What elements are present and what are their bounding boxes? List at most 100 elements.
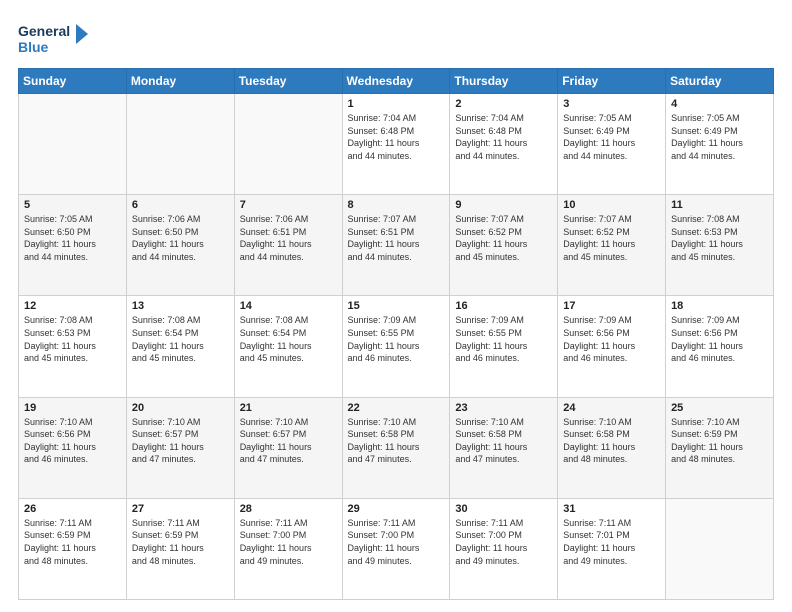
day-info: Sunrise: 7:08 AM Sunset: 6:53 PM Dayligh… xyxy=(24,314,121,364)
day-info: Sunrise: 7:10 AM Sunset: 6:58 PM Dayligh… xyxy=(348,416,445,466)
svg-text:General: General xyxy=(18,23,70,39)
calendar-cell: 21 Sunrise: 7:10 AM Sunset: 6:57 PM Dayli… xyxy=(234,397,342,498)
svg-text:Blue: Blue xyxy=(18,39,49,55)
day-info: Sunrise: 7:11 AM Sunset: 7:00 PM Dayligh… xyxy=(455,517,552,567)
day-info: Sunrise: 7:10 AM Sunset: 6:58 PM Dayligh… xyxy=(455,416,552,466)
day-number: 12 xyxy=(24,300,121,312)
calendar-cell: 24 Sunrise: 7:10 AM Sunset: 6:58 PM Dayli… xyxy=(558,397,666,498)
calendar-cell: 30 Sunrise: 7:11 AM Sunset: 7:00 PM Dayli… xyxy=(450,498,558,599)
calendar-cell: 15 Sunrise: 7:09 AM Sunset: 6:55 PM Dayli… xyxy=(342,296,450,397)
page: General Blue SundayMondayTuesdayWednesda… xyxy=(0,0,792,612)
header: General Blue xyxy=(18,18,774,58)
day-info: Sunrise: 7:10 AM Sunset: 6:58 PM Dayligh… xyxy=(563,416,660,466)
day-info: Sunrise: 7:06 AM Sunset: 6:50 PM Dayligh… xyxy=(132,213,229,263)
day-number: 24 xyxy=(563,402,660,414)
day-number: 9 xyxy=(455,199,552,211)
calendar-cell: 1 Sunrise: 7:04 AM Sunset: 6:48 PM Daylig… xyxy=(342,94,450,195)
day-number: 14 xyxy=(240,300,337,312)
calendar-cell xyxy=(234,94,342,195)
weekday-header: Monday xyxy=(126,69,234,94)
calendar-cell xyxy=(126,94,234,195)
calendar-cell: 27Sunrise: 7:11 AM Sunset: 6:59 PM Dayli… xyxy=(126,498,234,599)
weekday-header: Saturday xyxy=(666,69,774,94)
calendar-cell: 3Sunrise: 7:05 AM Sunset: 6:49 PM Daylig… xyxy=(558,94,666,195)
calendar-cell: 19 Sunrise: 7:10 AM Sunset: 6:56 PM Dayli… xyxy=(19,397,127,498)
day-info: Sunrise: 7:09 AM Sunset: 6:56 PM Dayligh… xyxy=(671,314,768,364)
calendar-cell: 12 Sunrise: 7:08 AM Sunset: 6:53 PM Dayli… xyxy=(19,296,127,397)
calendar-cell: 23Sunrise: 7:10 AM Sunset: 6:58 PM Dayli… xyxy=(450,397,558,498)
calendar-week-row: 12 Sunrise: 7:08 AM Sunset: 6:53 PM Dayli… xyxy=(19,296,774,397)
day-info: Sunrise: 7:11 AM Sunset: 7:00 PM Dayligh… xyxy=(240,517,337,567)
day-number: 21 xyxy=(240,402,337,414)
day-number: 17 xyxy=(563,300,660,312)
day-info: Sunrise: 7:08 AM Sunset: 6:54 PM Dayligh… xyxy=(240,314,337,364)
calendar-cell: 13Sunrise: 7:08 AM Sunset: 6:54 PM Dayli… xyxy=(126,296,234,397)
day-number: 16 xyxy=(455,300,552,312)
day-number: 2 xyxy=(455,98,552,110)
weekday-header: Sunday xyxy=(19,69,127,94)
day-number: 22 xyxy=(348,402,445,414)
logo: General Blue xyxy=(18,18,88,58)
day-info: Sunrise: 7:07 AM Sunset: 6:52 PM Dayligh… xyxy=(563,213,660,263)
day-number: 28 xyxy=(240,503,337,515)
day-info: Sunrise: 7:07 AM Sunset: 6:51 PM Dayligh… xyxy=(348,213,445,263)
day-info: Sunrise: 7:10 AM Sunset: 6:57 PM Dayligh… xyxy=(240,416,337,466)
calendar-cell xyxy=(19,94,127,195)
day-info: Sunrise: 7:10 AM Sunset: 6:59 PM Dayligh… xyxy=(671,416,768,466)
calendar-cell: 31 Sunrise: 7:11 AM Sunset: 7:01 PM Dayli… xyxy=(558,498,666,599)
day-number: 31 xyxy=(563,503,660,515)
day-info: Sunrise: 7:05 AM Sunset: 6:49 PM Dayligh… xyxy=(671,112,768,162)
day-info: Sunrise: 7:11 AM Sunset: 7:01 PM Dayligh… xyxy=(563,517,660,567)
calendar-cell: 29Sunrise: 7:11 AM Sunset: 7:00 PM Dayli… xyxy=(342,498,450,599)
calendar-table: SundayMondayTuesdayWednesdayThursdayFrid… xyxy=(18,68,774,600)
calendar-cell: 8 Sunrise: 7:07 AM Sunset: 6:51 PM Daylig… xyxy=(342,195,450,296)
day-info: Sunrise: 7:10 AM Sunset: 6:57 PM Dayligh… xyxy=(132,416,229,466)
calendar-week-row: 1 Sunrise: 7:04 AM Sunset: 6:48 PM Daylig… xyxy=(19,94,774,195)
day-number: 11 xyxy=(671,199,768,211)
day-number: 19 xyxy=(24,402,121,414)
calendar-cell: 14 Sunrise: 7:08 AM Sunset: 6:54 PM Dayli… xyxy=(234,296,342,397)
calendar-cell: 5 Sunrise: 7:05 AM Sunset: 6:50 PM Daylig… xyxy=(19,195,127,296)
day-number: 6 xyxy=(132,199,229,211)
day-info: Sunrise: 7:05 AM Sunset: 6:50 PM Dayligh… xyxy=(24,213,121,263)
day-info: Sunrise: 7:04 AM Sunset: 6:48 PM Dayligh… xyxy=(348,112,445,162)
logo-svg: General Blue xyxy=(18,18,88,58)
day-info: Sunrise: 7:08 AM Sunset: 6:53 PM Dayligh… xyxy=(671,213,768,263)
weekday-header: Wednesday xyxy=(342,69,450,94)
calendar-cell: 20Sunrise: 7:10 AM Sunset: 6:57 PM Dayli… xyxy=(126,397,234,498)
day-number: 8 xyxy=(348,199,445,211)
day-number: 1 xyxy=(348,98,445,110)
calendar-week-row: 26Sunrise: 7:11 AM Sunset: 6:59 PM Dayli… xyxy=(19,498,774,599)
calendar-cell: 6 Sunrise: 7:06 AM Sunset: 6:50 PM Daylig… xyxy=(126,195,234,296)
calendar-cell: 25 Sunrise: 7:10 AM Sunset: 6:59 PM Dayli… xyxy=(666,397,774,498)
calendar-cell: 16Sunrise: 7:09 AM Sunset: 6:55 PM Dayli… xyxy=(450,296,558,397)
day-number: 5 xyxy=(24,199,121,211)
day-number: 26 xyxy=(24,503,121,515)
calendar-cell xyxy=(666,498,774,599)
day-info: Sunrise: 7:10 AM Sunset: 6:56 PM Dayligh… xyxy=(24,416,121,466)
day-info: Sunrise: 7:11 AM Sunset: 7:00 PM Dayligh… xyxy=(348,517,445,567)
calendar-cell: 22 Sunrise: 7:10 AM Sunset: 6:58 PM Dayli… xyxy=(342,397,450,498)
day-info: Sunrise: 7:04 AM Sunset: 6:48 PM Dayligh… xyxy=(455,112,552,162)
weekday-header: Friday xyxy=(558,69,666,94)
weekday-header: Tuesday xyxy=(234,69,342,94)
calendar-cell: 9 Sunrise: 7:07 AM Sunset: 6:52 PM Daylig… xyxy=(450,195,558,296)
calendar-cell: 17Sunrise: 7:09 AM Sunset: 6:56 PM Dayli… xyxy=(558,296,666,397)
day-number: 10 xyxy=(563,199,660,211)
day-info: Sunrise: 7:07 AM Sunset: 6:52 PM Dayligh… xyxy=(455,213,552,263)
day-number: 18 xyxy=(671,300,768,312)
day-info: Sunrise: 7:08 AM Sunset: 6:54 PM Dayligh… xyxy=(132,314,229,364)
calendar-cell: 10 Sunrise: 7:07 AM Sunset: 6:52 PM Dayli… xyxy=(558,195,666,296)
day-number: 3 xyxy=(563,98,660,110)
day-number: 15 xyxy=(348,300,445,312)
day-number: 25 xyxy=(671,402,768,414)
calendar-header-row: SundayMondayTuesdayWednesdayThursdayFrid… xyxy=(19,69,774,94)
day-number: 7 xyxy=(240,199,337,211)
weekday-header: Thursday xyxy=(450,69,558,94)
calendar-week-row: 19 Sunrise: 7:10 AM Sunset: 6:56 PM Dayli… xyxy=(19,397,774,498)
day-number: 30 xyxy=(455,503,552,515)
day-info: Sunrise: 7:09 AM Sunset: 6:55 PM Dayligh… xyxy=(348,314,445,364)
calendar-cell: 26Sunrise: 7:11 AM Sunset: 6:59 PM Dayli… xyxy=(19,498,127,599)
calendar-cell: 7Sunrise: 7:06 AM Sunset: 6:51 PM Daylig… xyxy=(234,195,342,296)
calendar-cell: 28 Sunrise: 7:11 AM Sunset: 7:00 PM Dayli… xyxy=(234,498,342,599)
